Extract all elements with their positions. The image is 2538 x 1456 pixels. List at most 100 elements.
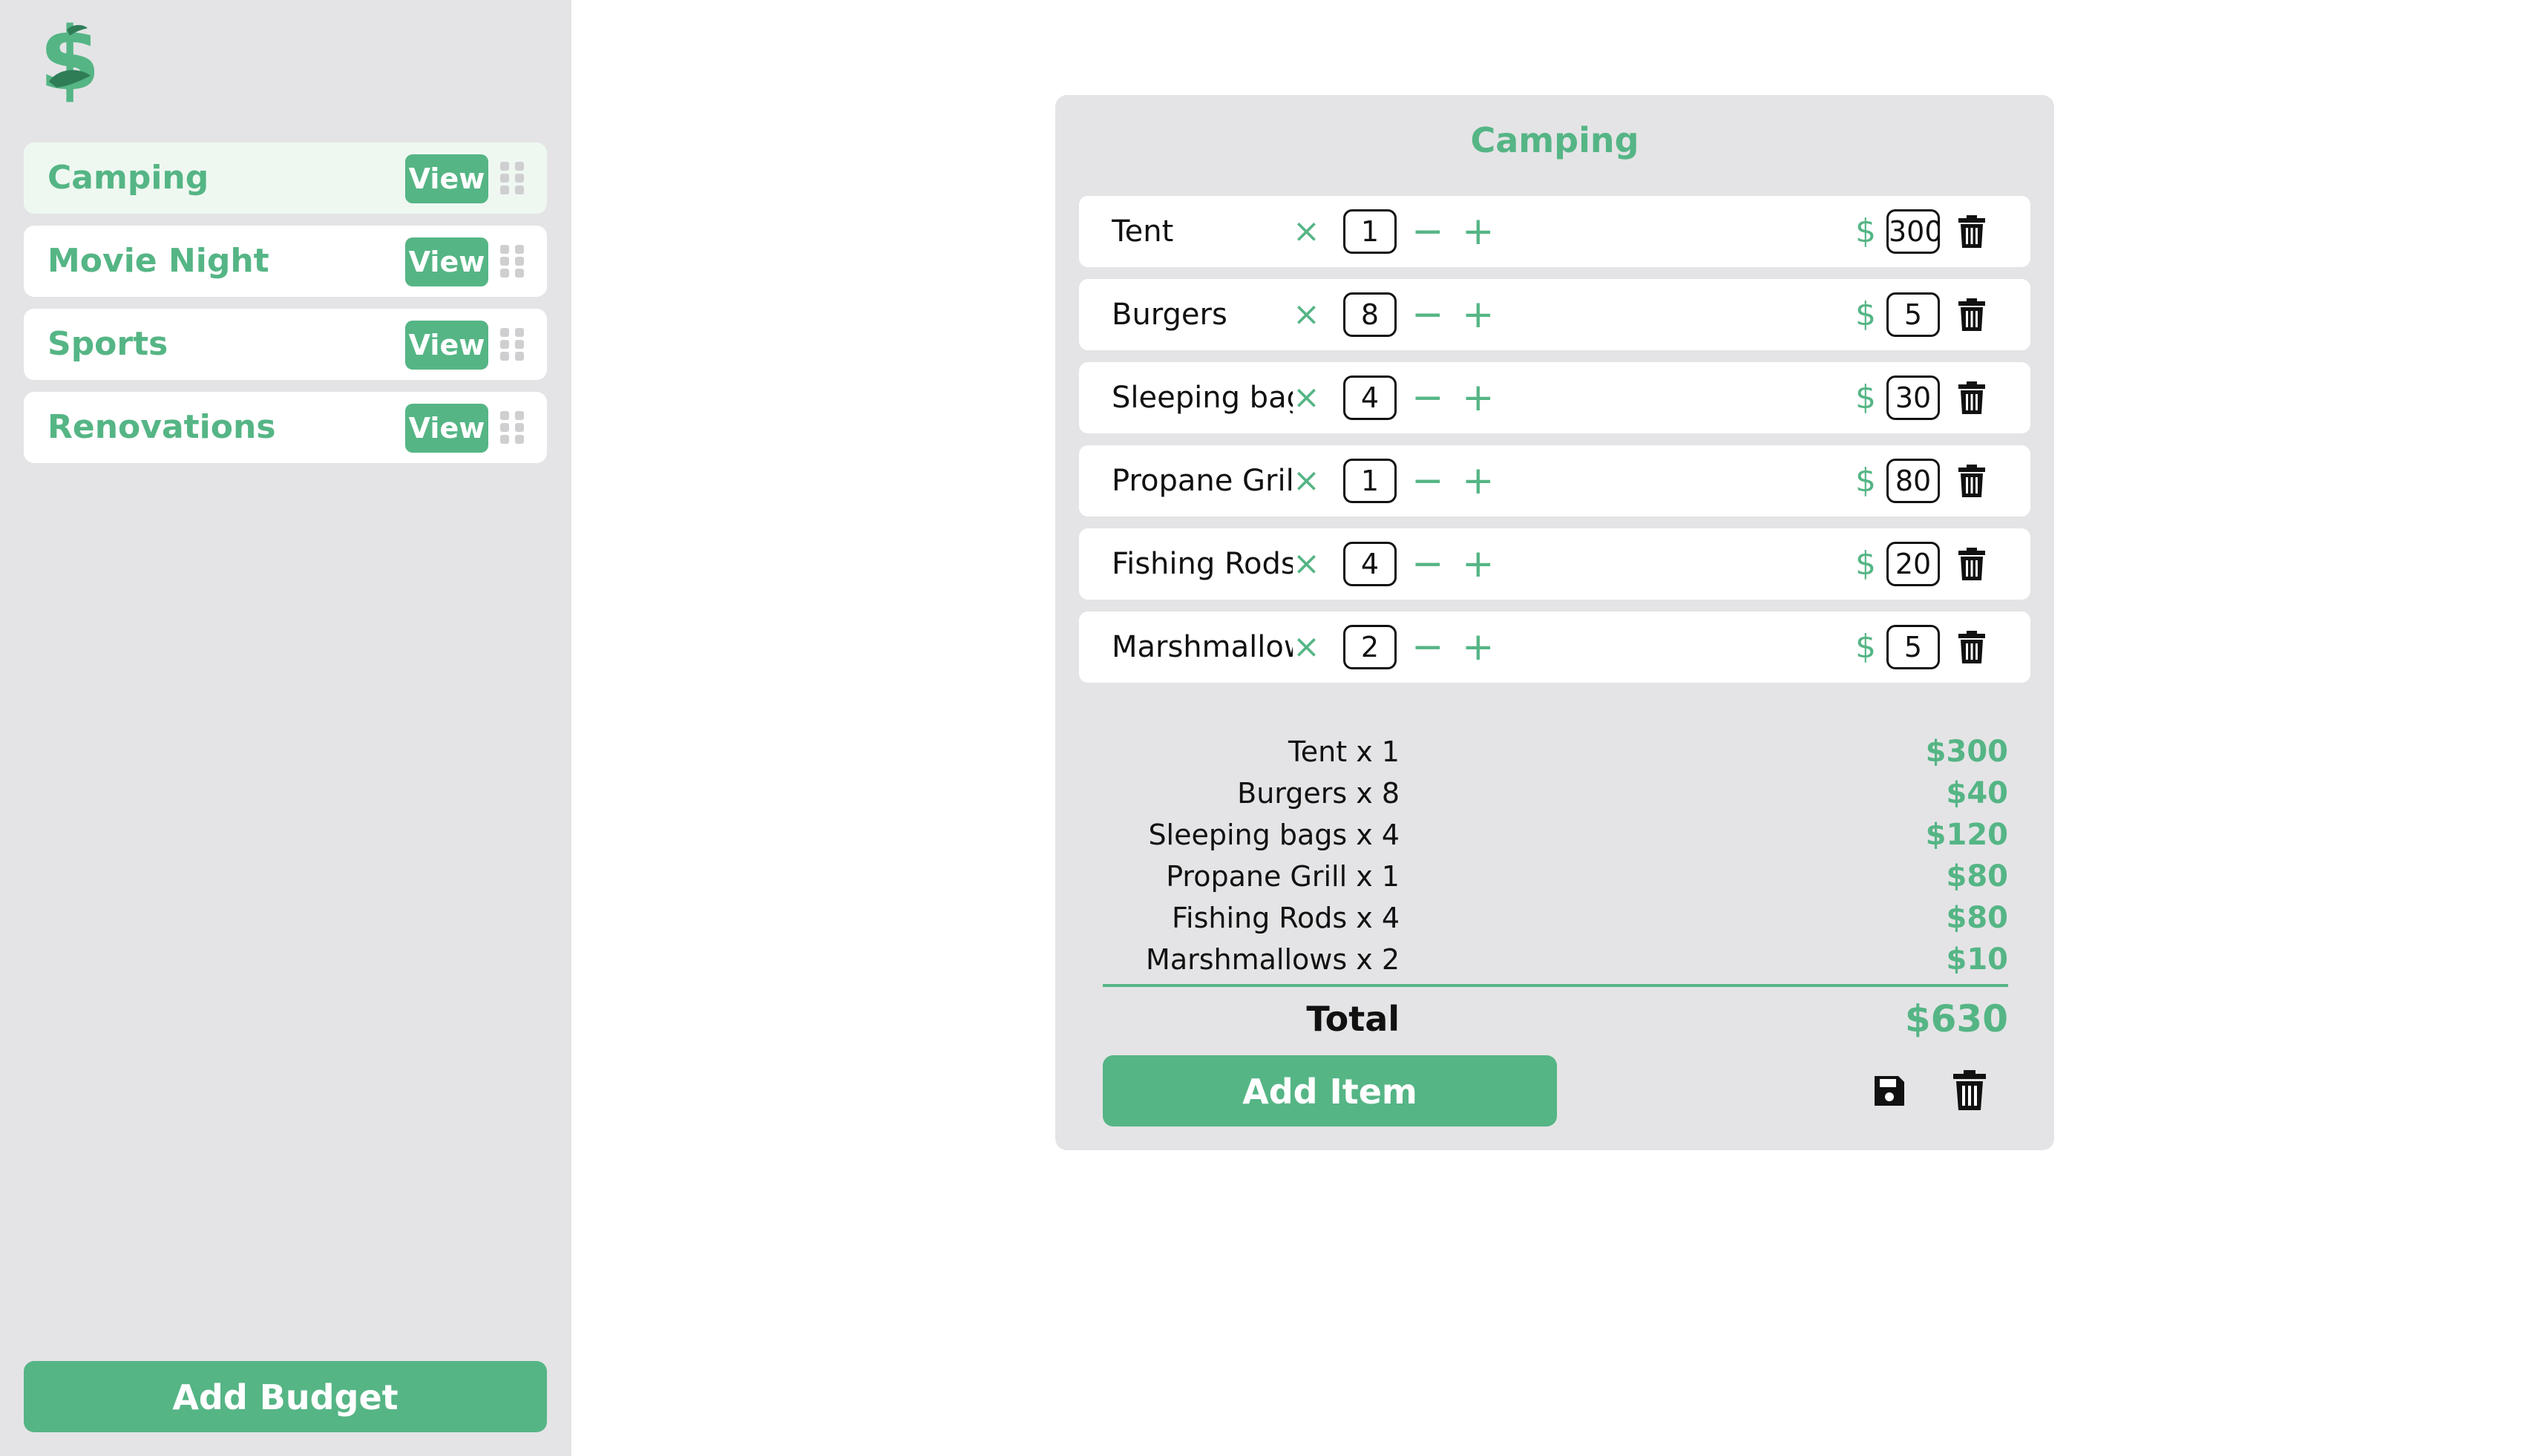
dollar-icon: $ xyxy=(1855,462,1876,499)
trash-icon[interactable] xyxy=(1958,631,1985,663)
decrement-button[interactable]: − xyxy=(1411,528,1444,600)
quantity-input[interactable] xyxy=(1343,625,1397,669)
budget-name: Movie Night xyxy=(47,242,269,280)
increment-button[interactable]: + xyxy=(1462,528,1495,600)
summary-label: Marshmallows x 2 xyxy=(1146,943,1400,976)
summary-value: $300 xyxy=(1925,735,2008,769)
dollar-icon: $ xyxy=(1855,212,1876,250)
price-input[interactable] xyxy=(1886,459,1940,503)
trash-icon[interactable] xyxy=(1958,215,1985,248)
save-icon[interactable] xyxy=(1872,1073,1907,1109)
increment-button[interactable]: + xyxy=(1462,611,1495,683)
price-input[interactable] xyxy=(1886,542,1940,586)
item-row: Fishing Rods × − + $ xyxy=(1079,528,2030,600)
dollar-icon: $ xyxy=(1855,295,1876,333)
quantity-input[interactable] xyxy=(1343,209,1397,254)
dollar-icon: $ xyxy=(1855,545,1876,583)
summary-value: $80 xyxy=(1946,901,2009,935)
item-name: Fishing Rods xyxy=(1112,547,1293,581)
view-button[interactable]: View xyxy=(405,321,488,370)
budget-title: Camping xyxy=(1470,120,1639,160)
quantity-input[interactable] xyxy=(1343,376,1397,420)
view-button[interactable]: View xyxy=(405,404,488,453)
budget-name: Renovations xyxy=(47,408,276,446)
summary-row: Burgers x 8 $40 xyxy=(1103,773,2008,814)
summary-value: $80 xyxy=(1946,859,2009,893)
item-row: Propane Grill × − + $ xyxy=(1079,445,2030,517)
quantity-input[interactable] xyxy=(1343,542,1397,586)
price-input[interactable] xyxy=(1886,625,1940,669)
total-label: Total xyxy=(1306,999,1400,1039)
times-icon: × xyxy=(1293,628,1320,666)
summary-value: $10 xyxy=(1946,942,2009,977)
price-input[interactable] xyxy=(1886,292,1940,337)
summary-label: Propane Grill x 1 xyxy=(1166,860,1400,893)
item-list: Tent × − + $ Burgers × − + $ Sleeping ba… xyxy=(1079,196,2030,695)
times-icon: × xyxy=(1293,462,1320,499)
item-name: Sleeping bags xyxy=(1112,381,1293,415)
add-item-button[interactable]: Add Item xyxy=(1103,1055,1557,1127)
dollar-sign-logo-icon: $ xyxy=(39,13,100,105)
budget-item-renovations[interactable]: Renovations View xyxy=(24,392,547,463)
increment-button[interactable]: + xyxy=(1462,279,1495,350)
summary-divider xyxy=(1103,984,2008,987)
budget-item-sports[interactable]: Sports View xyxy=(24,309,547,380)
view-button[interactable]: View xyxy=(405,237,488,286)
view-button[interactable]: View xyxy=(405,154,488,203)
trash-icon[interactable] xyxy=(1958,298,1985,331)
decrement-button[interactable]: − xyxy=(1411,279,1444,350)
quantity-input[interactable] xyxy=(1343,459,1397,503)
total-value: $630 xyxy=(1904,997,2008,1040)
summary-label: Tent x 1 xyxy=(1288,735,1400,768)
drag-handle-icon[interactable] xyxy=(500,328,524,361)
increment-button[interactable]: + xyxy=(1462,196,1495,267)
item-name: Marshmallows xyxy=(1112,630,1293,664)
dollar-icon: $ xyxy=(1855,378,1876,416)
item-name: Burgers xyxy=(1112,298,1227,332)
item-name: Tent xyxy=(1112,214,1174,249)
budget-panel: Camping Tent × − + $ Burgers × − + $ Sle… xyxy=(1055,95,2054,1150)
budget-list: Camping View Movie Night View Sports Vie… xyxy=(24,142,547,475)
summary-row: Fishing Rods x 4 $80 xyxy=(1103,897,2008,939)
budget-name: Sports xyxy=(47,325,168,363)
increment-button[interactable]: + xyxy=(1462,362,1495,433)
times-icon: × xyxy=(1293,212,1320,250)
summary-value: $40 xyxy=(1946,776,2009,810)
budget-item-camping[interactable]: Camping View xyxy=(24,142,547,214)
drag-handle-icon[interactable] xyxy=(500,411,524,444)
item-name: Propane Grill xyxy=(1112,464,1293,498)
quantity-input[interactable] xyxy=(1343,292,1397,337)
summary-row: Propane Grill x 1 $80 xyxy=(1103,856,2008,897)
trash-icon[interactable] xyxy=(1958,465,1985,497)
budget-name: Camping xyxy=(47,159,209,197)
decrement-button[interactable]: − xyxy=(1411,196,1444,267)
summary-label: Burgers x 8 xyxy=(1237,777,1400,810)
summary-row: Tent x 1 $300 xyxy=(1103,731,2008,773)
item-row: Marshmallows × − + $ xyxy=(1079,611,2030,683)
price-input[interactable] xyxy=(1886,376,1940,420)
item-row: Burgers × − + $ xyxy=(1079,279,2030,350)
summary-row: Marshmallows x 2 $10 xyxy=(1103,939,2008,980)
budget-item-movie-night[interactable]: Movie Night View xyxy=(24,226,547,297)
trash-icon[interactable] xyxy=(1958,381,1985,414)
summary-label: Sleeping bags x 4 xyxy=(1148,819,1400,851)
cost-summary: Tent x 1 $300 Burgers x 8 $40 Sleeping b… xyxy=(1103,731,2008,980)
summary-row: Sleeping bags x 4 $120 xyxy=(1103,814,2008,856)
item-row: Sleeping bags × − + $ xyxy=(1079,362,2030,433)
summary-value: $120 xyxy=(1925,818,2008,852)
decrement-button[interactable]: − xyxy=(1411,611,1444,683)
add-budget-button[interactable]: Add Budget xyxy=(24,1361,547,1432)
decrement-button[interactable]: − xyxy=(1411,362,1444,433)
drag-handle-icon[interactable] xyxy=(500,245,524,278)
summary-label: Fishing Rods x 4 xyxy=(1171,902,1400,934)
svg-text:$: $ xyxy=(39,13,100,105)
times-icon: × xyxy=(1293,378,1320,416)
drag-handle-icon[interactable] xyxy=(500,162,524,194)
increment-button[interactable]: + xyxy=(1462,445,1495,517)
trash-icon[interactable] xyxy=(1953,1070,1986,1110)
trash-icon[interactable] xyxy=(1958,548,1985,580)
times-icon: × xyxy=(1293,545,1320,583)
price-input[interactable] xyxy=(1886,209,1940,254)
decrement-button[interactable]: − xyxy=(1411,445,1444,517)
item-row: Tent × − + $ xyxy=(1079,196,2030,267)
